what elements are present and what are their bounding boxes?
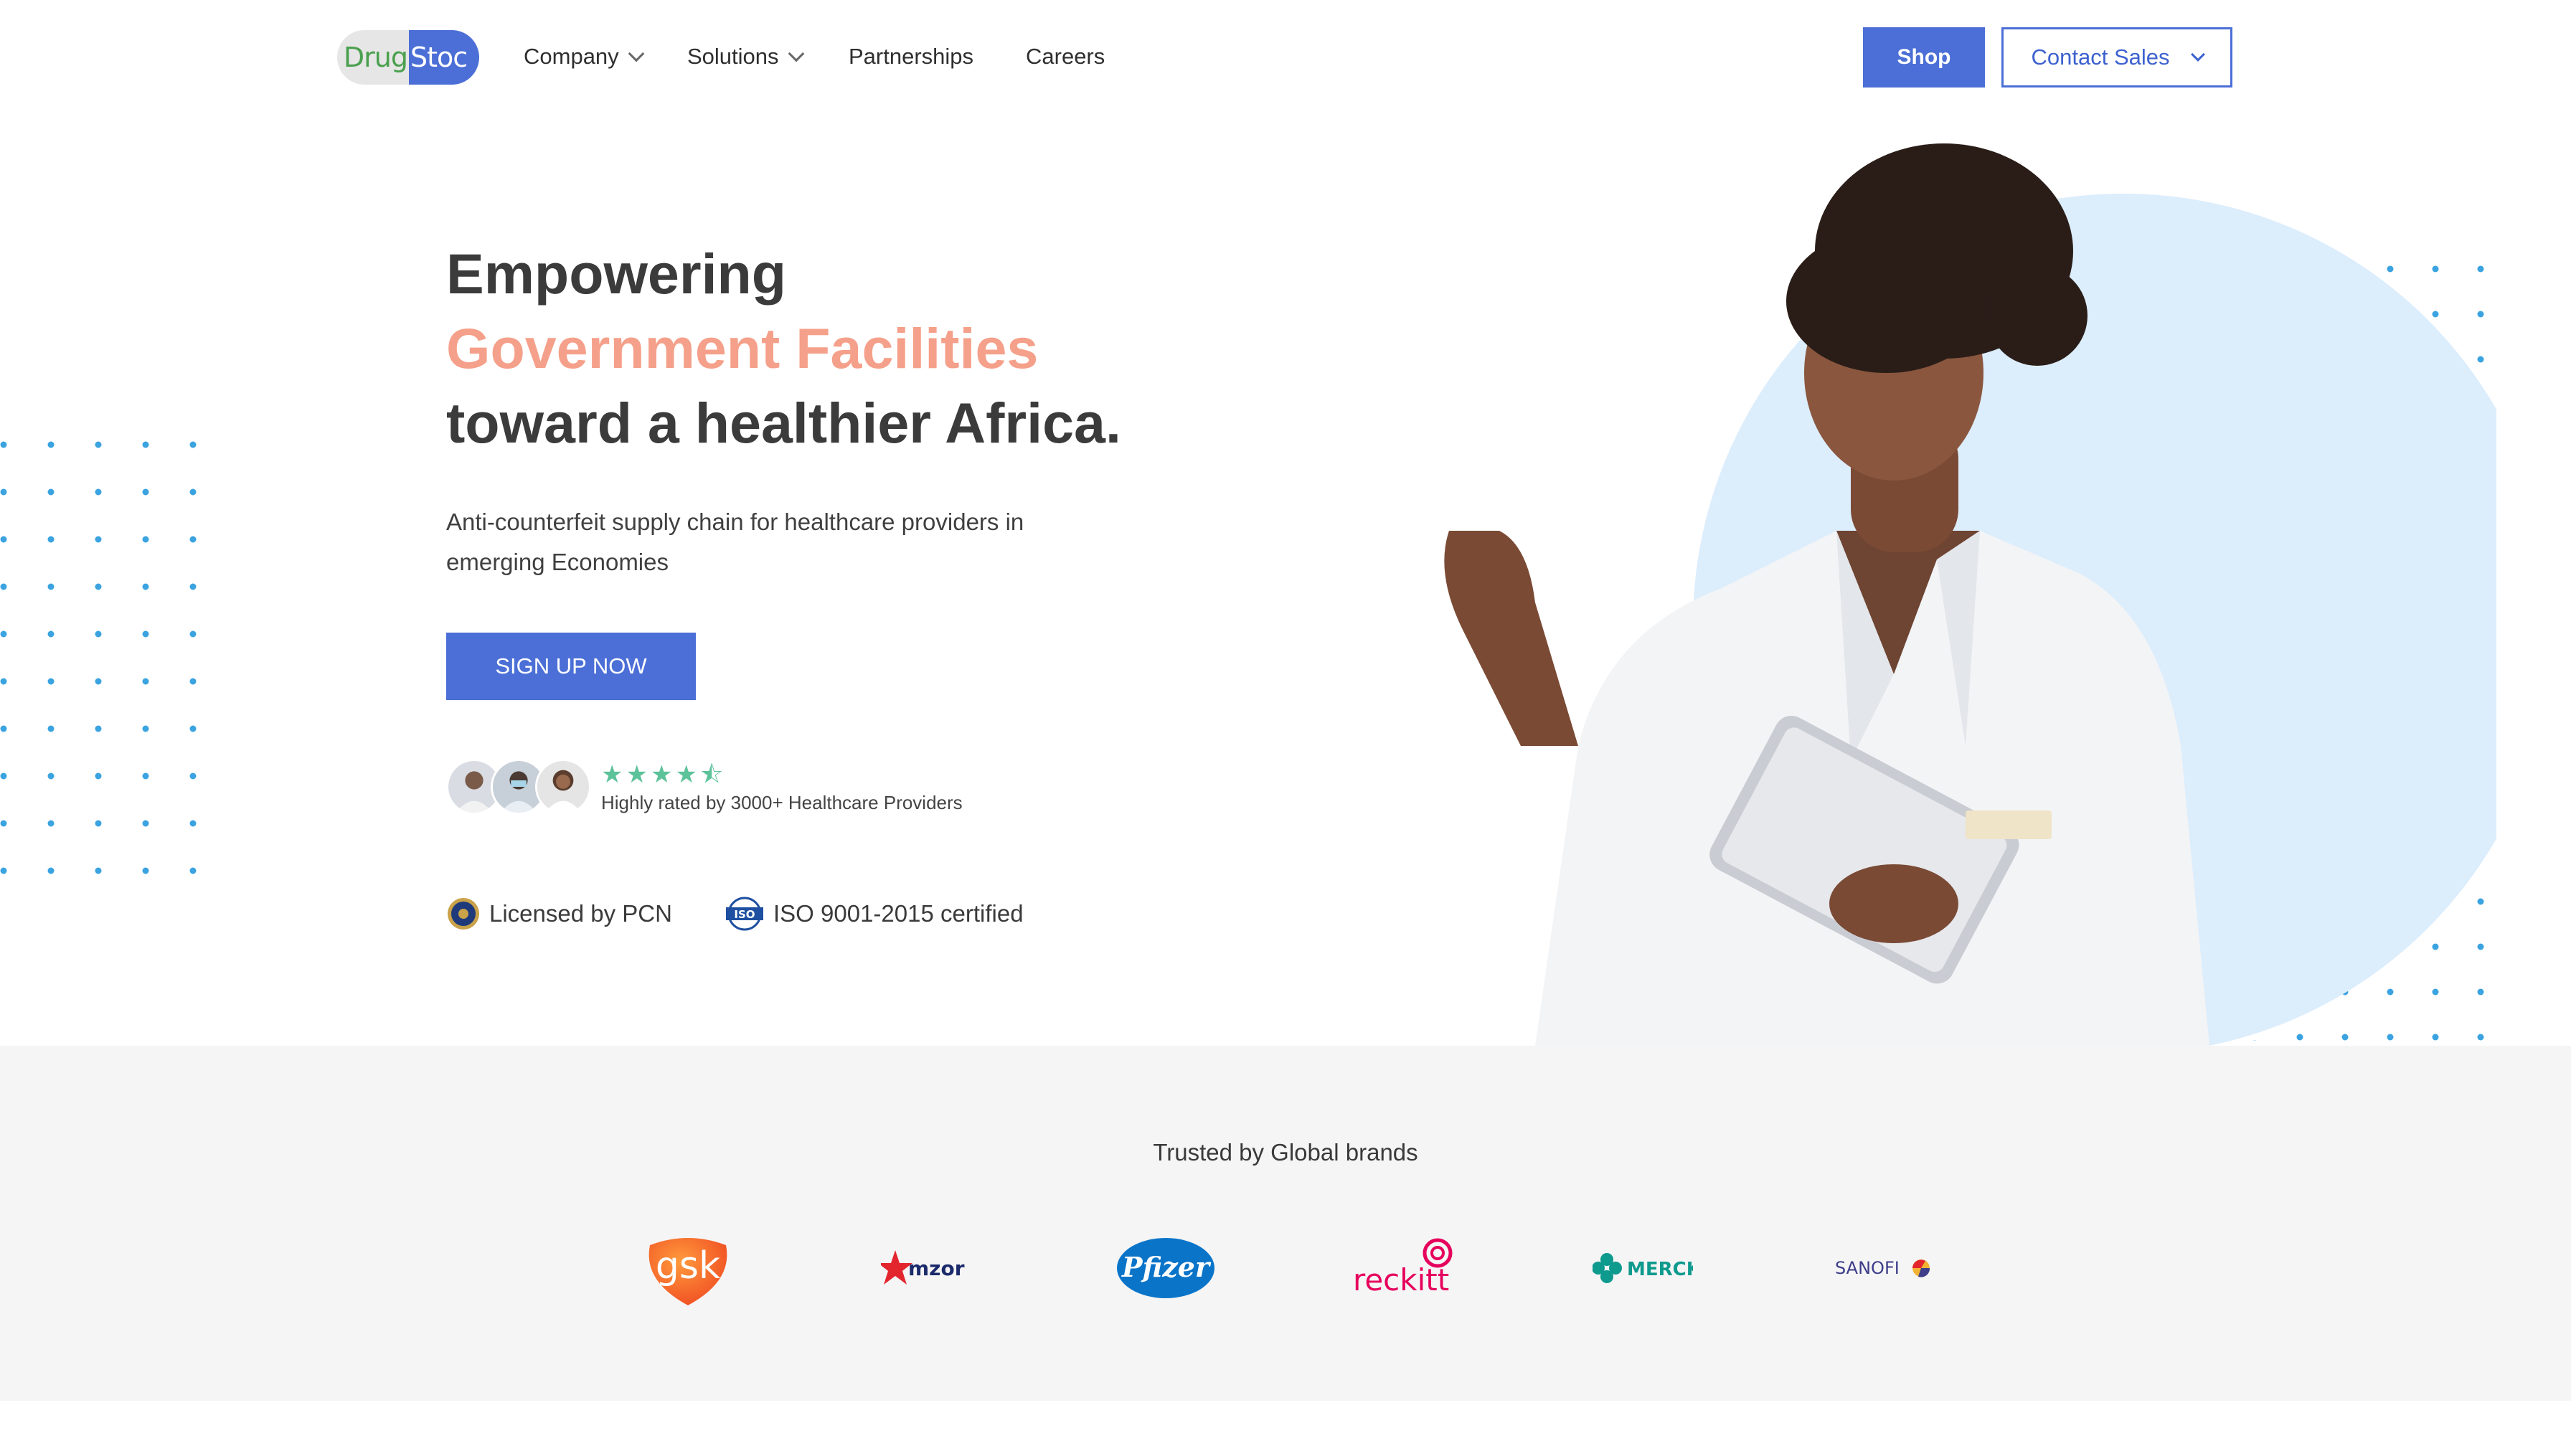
trusted-brands-section: Trusted by Global brands gsk mzor Pfizer… <box>0 1046 2571 1401</box>
pcn-seal-icon <box>446 897 481 931</box>
hero-title-line-1: Empowering <box>446 242 787 306</box>
nav-careers[interactable]: Careers <box>1026 42 1105 72</box>
iso-certified-label: ISO 9001-2015 certified <box>773 900 1024 927</box>
drugstoc-logo[interactable]: Drug Stoc <box>337 30 479 85</box>
nav-solutions-label: Solutions <box>687 44 779 69</box>
brand-logo-sanofi: SANOFI <box>1834 1229 1934 1308</box>
contact-sales-button[interactable]: Contact Sales <box>2001 27 2232 88</box>
shop-button[interactable]: Shop <box>1863 27 1985 88</box>
brand-name-reckitt: reckitt <box>1353 1262 1449 1297</box>
brand-name-emzor: mzor <box>908 1257 965 1280</box>
brand-name-sanofi: SANOFI <box>1835 1258 1900 1278</box>
sign-up-button[interactable]: SIGN UP NOW <box>446 633 696 700</box>
brand-logo-pfizer: Pfizer <box>1115 1229 1216 1308</box>
svg-text:ISO: ISO <box>734 908 755 921</box>
brand-logo-emzor: mzor <box>881 1229 974 1308</box>
contact-sales-label: Contact Sales <box>2031 44 2170 70</box>
logo-text-stoc: Stoc <box>409 30 479 85</box>
nav-company-label: Company <box>524 44 619 69</box>
nav-solutions[interactable]: Solutions <box>687 42 804 72</box>
hero-title: Empowering Government Facilities toward … <box>446 237 1121 460</box>
brand-name-pfizer: Pfizer <box>1121 1251 1212 1283</box>
iso-logo-icon: ISO <box>725 897 765 931</box>
brand-logo-merck: MERCK <box>1593 1229 1693 1308</box>
avatar <box>535 759 591 815</box>
hero-subtitle: Anti-counterfeit supply chain for health… <box>446 509 1024 575</box>
chevron-down-icon <box>788 45 804 62</box>
pcn-license-label: Licensed by PCN <box>489 900 672 927</box>
brand-name-merck: MERCK <box>1627 1259 1693 1280</box>
iso-certified-badge: ISO ISO 9001-2015 certified <box>725 897 1024 931</box>
trusted-brands-title: Trusted by Global brands <box>1153 1139 1418 1166</box>
chevron-down-icon <box>2190 47 2205 62</box>
hero-title-highlight: Government Facilities <box>446 316 1039 380</box>
rating-text: Highly rated by 3000+ Healthcare Provide… <box>601 792 963 813</box>
brand-name-gsk: gsk <box>656 1244 720 1287</box>
hero-title-line-3: toward a healthier Africa. <box>446 391 1121 455</box>
nav-careers-label: Careers <box>1026 44 1105 69</box>
nav-partnerships[interactable]: Partnerships <box>849 42 973 72</box>
decorative-dot-grid-left <box>0 430 208 889</box>
hero-pharmacist-illustration <box>1392 129 2502 1047</box>
nav-partnerships-label: Partnerships <box>849 44 974 69</box>
nav-company[interactable]: Company <box>524 42 645 72</box>
brand-logo-gsk: gsk <box>641 1229 735 1308</box>
logo-text-drug: Drug <box>337 30 409 85</box>
chevron-down-icon <box>628 45 645 62</box>
reviewer-avatars <box>446 759 591 818</box>
brand-logo-reckitt: reckitt <box>1350 1229 1458 1308</box>
pcn-license-badge: Licensed by PCN <box>446 897 672 931</box>
